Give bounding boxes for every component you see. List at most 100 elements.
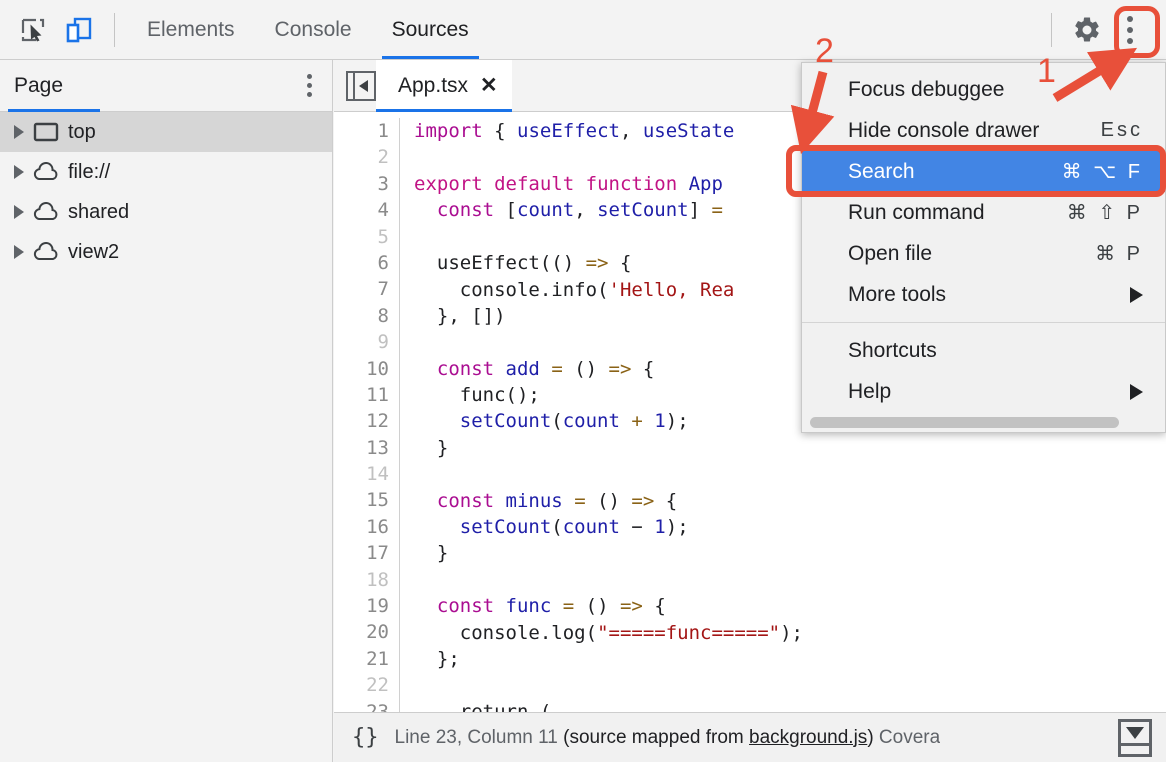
submenu-arrow-icon [1130,286,1143,303]
menu-item-shortcuts[interactable]: Shortcuts [802,330,1165,371]
code-line-text: const minus = () => { [436,489,678,512]
menu-divider [802,322,1165,323]
cloud-icon [32,200,60,224]
sidebar-item-shared[interactable]: shared [0,192,332,232]
line-number: 16 [334,513,400,541]
line-number: 18 [334,566,400,594]
sidebar-item-top-label: top [68,120,96,143]
line-number: 17 [334,540,400,567]
sidebar-item-file[interactable]: file:// [0,152,332,192]
devtools-toolbar: Elements Console Sources [0,0,1166,60]
line-number: 7 [334,276,400,303]
code-line-text: console.info('Hello, Rea [459,278,735,301]
code-line: 22 [334,672,1166,699]
sidebar-header: Page [0,60,332,112]
chevron-right-icon[interactable] [14,205,24,219]
device-toolbar-icon[interactable] [56,7,102,53]
inspect-element-icon[interactable] [10,7,56,53]
code-line-text: }, []) [436,304,506,327]
gear-icon[interactable] [1064,7,1110,53]
more-options-menu: Focus debuggee Hide console drawer Esc Sear… [801,62,1166,433]
code-line: 13 } [334,434,1166,462]
code-line: 21 }; [334,645,1166,673]
menu-item-label: Run command [848,200,985,224]
collapse-sidebar-icon[interactable] [346,70,376,101]
line-number: 3 [334,170,400,198]
line-number: 6 [334,249,400,277]
code-line-text: const add = () => { [436,357,655,380]
menu-group-secondary: Shortcuts Help [802,330,1165,412]
menu-item-run-command[interactable]: Run command ⌘ ⇧ P [802,192,1165,233]
tab-sources[interactable]: Sources [372,1,489,59]
tab-console[interactable]: Console [255,1,372,59]
menu-item-open-file[interactable]: Open file ⌘ P [802,233,1165,274]
code-line: 16 setCount(count − 1); [334,513,1166,541]
menu-item-shortcut: Esc [1100,119,1143,141]
scrollbar-thumb[interactable] [810,416,1119,428]
line-number: 20 [334,619,400,646]
menu-item-label: Focus debuggee [848,77,1005,101]
line-number: 19 [334,593,400,620]
menu-item-help[interactable]: Help [802,371,1165,412]
dot-1 [307,74,312,79]
dot-2 [307,83,312,88]
line-number: 22 [334,672,400,699]
menu-item-hide-console-drawer[interactable]: Hide console drawer Esc [802,110,1165,151]
tab-sources-label: Sources [391,17,469,41]
tab-elements[interactable]: Elements [127,1,255,59]
menu-item-focus-debuggee[interactable]: Focus debuggee [802,69,1165,110]
show-drawer-icon[interactable] [1118,718,1152,757]
menu-item-more-tools[interactable]: More tools [802,274,1165,315]
sidebar-item-shared-label: shared [68,200,130,223]
dot-3 [307,92,312,97]
line-number: 1 [334,118,400,145]
code-line-text: console.log("=====func====="); [459,621,803,644]
close-icon[interactable]: ✕ [480,75,498,96]
code-line-text: import { useEffect, useState [414,120,735,143]
coverage-label: Covera [878,726,941,748]
code-line-text: } [436,542,449,565]
sidebar-item-top[interactable]: top [0,112,332,152]
triangle-down-icon [1126,726,1144,739]
sidebar-item-view2[interactable]: view2 [0,232,332,272]
menu-item-shortcut: ⌘ ⌥ F [1061,161,1143,183]
sidebar-tab-underline [8,109,100,112]
dot-1 [1127,15,1133,22]
code-line: 14 [334,461,1166,488]
code-line-text: export default function App [414,172,723,195]
source-map-prefix: (source mapped from [563,726,750,748]
line-number: 5 [334,223,400,250]
sidebar-tab-page[interactable]: Page [0,74,63,98]
line-number: 14 [334,461,400,488]
devtools-window: Elements Console Sources Page top file:/… [0,0,1166,762]
menu-item-label: Open file [848,241,933,265]
line-number: 10 [334,355,400,382]
chevron-right-icon[interactable] [14,165,24,179]
menu-item-shortcut: ⌘ ⇧ P [1066,202,1143,224]
pretty-print-button[interactable]: {} [352,725,379,750]
frame-icon [32,120,60,144]
page-sidebar: Page top file:// shared view2 [0,60,333,762]
cloud-icon [32,160,60,184]
code-line: 20 console.log("=====func====="); [334,619,1166,646]
more-options-button[interactable] [1110,7,1150,53]
line-number: 13 [334,434,400,462]
chevron-right-icon[interactable] [14,245,24,259]
menu-horizontal-scrollbar[interactable] [802,412,1165,432]
sidebar-more-options-button[interactable] [307,74,312,97]
menu-item-label: Search [848,159,915,183]
cursor-position: Line 23, Column 11 [394,726,558,748]
menu-item-label: Hide console drawer [848,118,1040,142]
code-line: 17 } [334,540,1166,567]
line-number: 15 [334,487,400,514]
line-number: 21 [334,645,400,673]
source-map-link[interactable]: background.js [749,727,867,748]
editor-tab-app-tsx[interactable]: App.tsx ✕ [376,59,512,112]
line-number: 4 [334,197,400,224]
drawer-bar [1121,742,1149,746]
line-number: 8 [334,302,400,330]
code-line-text: setCount(count + 1); [459,410,689,433]
menu-item-label: Shortcuts [848,338,937,362]
chevron-right-icon[interactable] [14,125,24,139]
menu-item-search[interactable]: Search ⌘ ⌥ F [802,151,1165,192]
